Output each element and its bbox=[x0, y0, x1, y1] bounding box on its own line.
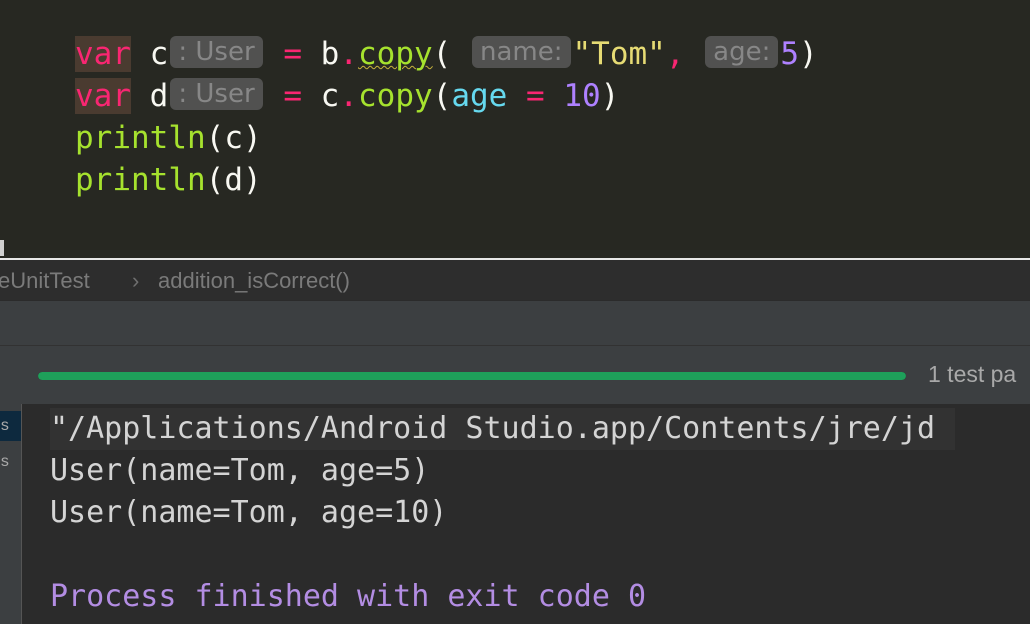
receiver-c: c bbox=[320, 78, 340, 114]
breadcrumb: eUnitTest › addition_isCorrect() bbox=[0, 258, 1030, 300]
console-command-line: "/Applications/Android Studio.app/Conten… bbox=[50, 408, 956, 450]
named-param-age: age bbox=[451, 78, 508, 114]
chevron-right-icon: › bbox=[132, 268, 140, 293]
brace-marker bbox=[0, 240, 4, 256]
test-tree-item-selected[interactable]: ns bbox=[0, 411, 21, 441]
code-line-1: var c: User = b.copy( name: "Tom", age: 5) bbox=[75, 33, 818, 75]
type-hint: : User bbox=[170, 78, 263, 110]
param-hint-age: age: bbox=[705, 36, 779, 68]
close-paren: ) bbox=[600, 78, 620, 114]
dot-operator: . bbox=[339, 36, 358, 72]
close-paren: ) bbox=[243, 120, 262, 156]
close-paren: ) bbox=[799, 36, 818, 72]
code-line-3: println(c) bbox=[75, 117, 262, 159]
code-line-4: println(d) bbox=[75, 159, 262, 201]
keyword-var: var bbox=[75, 36, 131, 72]
test-progress-bar bbox=[38, 372, 906, 380]
assign-operator: = bbox=[283, 78, 302, 114]
test-tree-item[interactable]: ns bbox=[0, 447, 21, 477]
test-progress-row: 1 test pa bbox=[0, 346, 1030, 404]
function-println: println bbox=[75, 162, 206, 198]
console-output-line: User(name=Tom, age=5) bbox=[50, 453, 430, 488]
ide-window: var c: User = b.copy( name: "Tom", age: 5)… bbox=[0, 0, 1030, 624]
open-paren: ( bbox=[432, 78, 452, 114]
keyword-var: var bbox=[75, 78, 131, 114]
param-hint-name: name: bbox=[472, 36, 571, 68]
code-editor[interactable]: var c: User = b.copy( name: "Tom", age: 5)… bbox=[0, 0, 1030, 258]
method-copy: copy bbox=[358, 78, 433, 114]
test-progress-fill bbox=[38, 372, 906, 380]
number-literal: 10 bbox=[563, 78, 601, 114]
method-copy: copy bbox=[358, 36, 433, 72]
assign-operator: = bbox=[283, 36, 302, 72]
console-output-line: User(name=Tom, age=10) bbox=[50, 495, 448, 530]
code-line-2: var d: User = c.copy(age = 10) bbox=[75, 75, 619, 117]
open-paren: ( bbox=[432, 36, 452, 72]
receiver-b: b bbox=[320, 36, 340, 72]
dot-operator: . bbox=[339, 78, 358, 114]
close-paren: ) bbox=[243, 162, 262, 198]
comma: , bbox=[665, 36, 685, 72]
process-finished-message: Process finished with exit code 0 bbox=[50, 579, 647, 614]
open-paren: ( bbox=[205, 162, 225, 198]
breadcrumb-class[interactable]: eUnitTest bbox=[0, 268, 90, 294]
breadcrumb-method[interactable]: addition_isCorrect() bbox=[158, 268, 350, 294]
number-literal: 5 bbox=[780, 36, 800, 72]
test-status-text: 1 test pa bbox=[928, 361, 1017, 387]
argument-d: d bbox=[224, 162, 243, 198]
run-tool-window-header bbox=[0, 300, 1030, 346]
type-hint: : User bbox=[170, 36, 263, 68]
named-equals: = bbox=[526, 78, 545, 114]
open-paren: ( bbox=[205, 120, 225, 156]
string-literal: "Tom" bbox=[572, 36, 666, 72]
variable-d: d bbox=[149, 78, 169, 114]
argument-c: c bbox=[224, 120, 243, 156]
variable-c: c bbox=[149, 36, 169, 72]
function-println: println bbox=[75, 120, 206, 156]
console-output[interactable]: "/Applications/Android Studio.app/Conten… bbox=[22, 404, 1030, 624]
